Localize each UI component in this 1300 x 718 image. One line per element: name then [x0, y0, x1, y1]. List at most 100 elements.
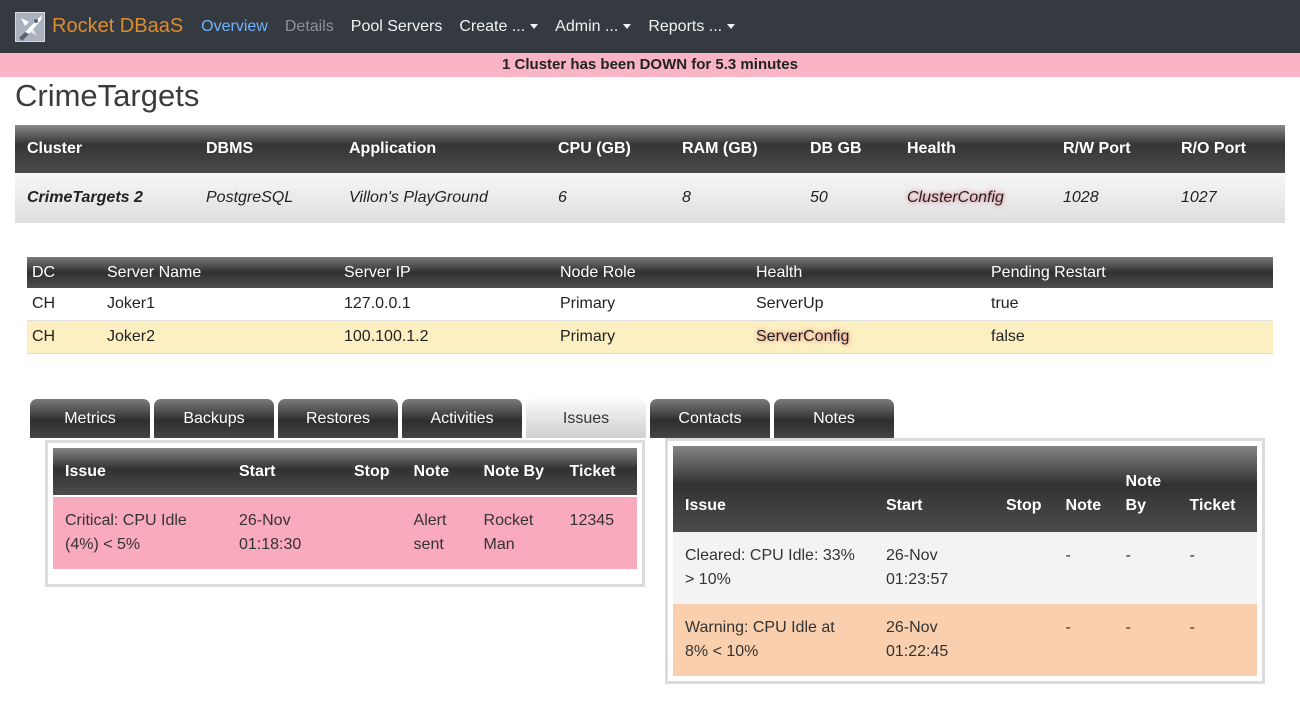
- col-ticket: Ticket: [1177, 446, 1257, 532]
- open-issues-header-row: Issue Start Stop Note Note By Ticket: [53, 448, 637, 495]
- cluster-rw-port: 1028: [1051, 173, 1169, 223]
- issue-note: Alert sent: [401, 497, 472, 569]
- top-navbar: Rocket DBaaS Overview Details Pool Serve…: [0, 0, 1300, 53]
- col-start: Start: [874, 446, 994, 532]
- issue-history-table: Issue Start Stop Note Note By Ticket Cle…: [673, 446, 1257, 676]
- issue-text: Cleared: CPU Idle: 33% > 10%: [673, 532, 874, 604]
- col-note-by: Note By: [471, 448, 558, 495]
- chevron-down-icon: [623, 24, 632, 29]
- col-start: Start: [227, 448, 342, 495]
- table-row[interactable]: CH Joker2 100.100.1.2 Primary ServerConf…: [27, 320, 1273, 354]
- server-name: Joker1: [102, 288, 339, 321]
- cluster-ro-port: 1027: [1169, 173, 1285, 223]
- col-stop: Stop: [342, 448, 402, 495]
- tab-metrics[interactable]: Metrics: [30, 399, 150, 438]
- col-stop: Stop: [994, 446, 1054, 532]
- tab-activities[interactable]: Activities: [402, 399, 522, 438]
- issue-text: Warning: CPU Idle at 8% < 10%: [673, 604, 874, 676]
- tab-contacts[interactable]: Contacts: [650, 399, 770, 438]
- server-dc: CH: [27, 288, 102, 321]
- col-application: Application: [337, 125, 546, 173]
- issue-note-by: -: [1113, 532, 1178, 604]
- col-issue: Issue: [673, 446, 874, 532]
- issue-ticket: -: [1177, 532, 1257, 604]
- open-issues-panel: Issue Start Stop Note Note By Ticket Cri…: [45, 440, 645, 587]
- nav-reports-dropdown[interactable]: Reports ...: [648, 17, 736, 36]
- cluster-application: Villon's PlayGround: [337, 173, 546, 223]
- server-role: Primary: [555, 288, 751, 321]
- chevron-down-icon: [530, 24, 539, 29]
- nav-overview[interactable]: Overview: [201, 18, 268, 36]
- issue-note-by: Rocket Man: [471, 497, 558, 569]
- col-cpu: CPU (GB): [546, 125, 670, 173]
- server-pending-restart: false: [986, 320, 1273, 354]
- col-server-name: Server Name: [102, 257, 339, 288]
- issue-start: 26-Nov 01:22:45: [874, 604, 994, 676]
- nav-pool-servers[interactable]: Pool Servers: [351, 18, 443, 36]
- issue-stop: [994, 532, 1054, 604]
- nav-details: Details: [284, 17, 334, 35]
- nav-create-dropdown[interactable]: Create ...: [459, 17, 539, 36]
- nav-reports-label: Reports ...: [648, 17, 723, 35]
- cluster-name[interactable]: CrimeTargets 2: [15, 173, 194, 223]
- cluster-cpu: 6: [546, 173, 670, 223]
- tab-issues[interactable]: Issues: [526, 399, 646, 438]
- issue-start: 26-Nov 01:23:57: [874, 532, 994, 604]
- server-health: ServerConfig: [751, 320, 986, 354]
- page-title: CrimeTargets: [15, 78, 200, 113]
- issue-ticket: -: [1177, 604, 1257, 676]
- tab-restores[interactable]: Restores: [278, 399, 398, 438]
- issue-stop: [994, 604, 1054, 676]
- issue-note-by: -: [1113, 604, 1178, 676]
- server-ip: 127.0.0.1: [339, 288, 555, 321]
- col-server-ip: Server IP: [339, 257, 555, 288]
- issue-stop: [342, 497, 402, 569]
- nav-admin-dropdown[interactable]: Admin ...: [555, 18, 632, 36]
- table-row[interactable]: Critical: CPU Idle (4%) < 5% 26-Nov 01:1…: [53, 497, 637, 569]
- issue-note: -: [1053, 532, 1114, 604]
- table-row[interactable]: Cleared: CPU Idle: 33% > 10% 26-Nov 01:2…: [673, 532, 1257, 604]
- cluster-db-gb: 50: [798, 173, 895, 223]
- brand-name[interactable]: Rocket DBaaS: [52, 15, 183, 38]
- col-ram: RAM (GB): [670, 125, 798, 173]
- tab-notes[interactable]: Notes: [774, 399, 894, 438]
- cluster-dbms: PostgreSQL: [194, 173, 337, 223]
- nav-create-label: Create ...: [459, 17, 526, 35]
- cluster-down-alert: 1 Cluster has been DOWN for 5.3 minutes: [0, 53, 1300, 77]
- server-ip: 100.100.1.2: [339, 320, 555, 354]
- tab-backups[interactable]: Backups: [154, 399, 274, 438]
- col-note: Note: [401, 448, 472, 495]
- servers-header-row: DC Server Name Server IP Node Role Healt…: [27, 257, 1273, 288]
- col-issue: Issue: [53, 448, 227, 495]
- col-pending-restart: Pending Restart: [986, 257, 1273, 288]
- server-role: Primary: [555, 320, 751, 354]
- col-note-by: Note By: [1113, 446, 1178, 532]
- server-pending-restart: true: [986, 288, 1273, 321]
- cluster-header-row: Cluster DBMS Application CPU (GB) RAM (G…: [15, 125, 1285, 173]
- cluster-health-status: ClusterConfig: [895, 173, 1051, 223]
- open-issues-table: Issue Start Stop Note Note By Ticket Cri…: [53, 448, 637, 569]
- table-row[interactable]: Warning: CPU Idle at 8% < 10% 26-Nov 01:…: [673, 604, 1257, 676]
- cluster-row[interactable]: CrimeTargets 2 PostgreSQL Villon's PlayG…: [15, 173, 1285, 223]
- col-db-gb: DB GB: [798, 125, 895, 173]
- issue-ticket[interactable]: 12345: [557, 497, 637, 569]
- server-dc: CH: [27, 320, 102, 354]
- issue-text: Critical: CPU Idle (4%) < 5%: [53, 497, 227, 569]
- server-health: ServerUp: [751, 288, 986, 321]
- issue-start: 26-Nov 01:18:30: [227, 497, 342, 569]
- col-note: Note: [1053, 446, 1114, 532]
- col-dc: DC: [27, 257, 102, 288]
- servers-table: DC Server Name Server IP Node Role Healt…: [27, 257, 1273, 354]
- table-row[interactable]: CH Joker1 127.0.0.1 Primary ServerUp tru…: [27, 288, 1273, 321]
- col-server-health: Health: [751, 257, 986, 288]
- issue-note: -: [1053, 604, 1114, 676]
- detail-tabs: Metrics Backups Restores Activities Issu…: [30, 399, 898, 438]
- col-ticket: Ticket: [557, 448, 637, 495]
- cluster-summary-table: Cluster DBMS Application CPU (GB) RAM (G…: [15, 125, 1285, 223]
- issue-history-header-row: Issue Start Stop Note Note By Ticket: [673, 446, 1257, 532]
- rocket-logo-icon[interactable]: [15, 11, 45, 42]
- col-dbms: DBMS: [194, 125, 337, 173]
- col-health: Health: [895, 125, 1051, 173]
- server-name: Joker2: [102, 320, 339, 354]
- chevron-down-icon: [727, 24, 736, 29]
